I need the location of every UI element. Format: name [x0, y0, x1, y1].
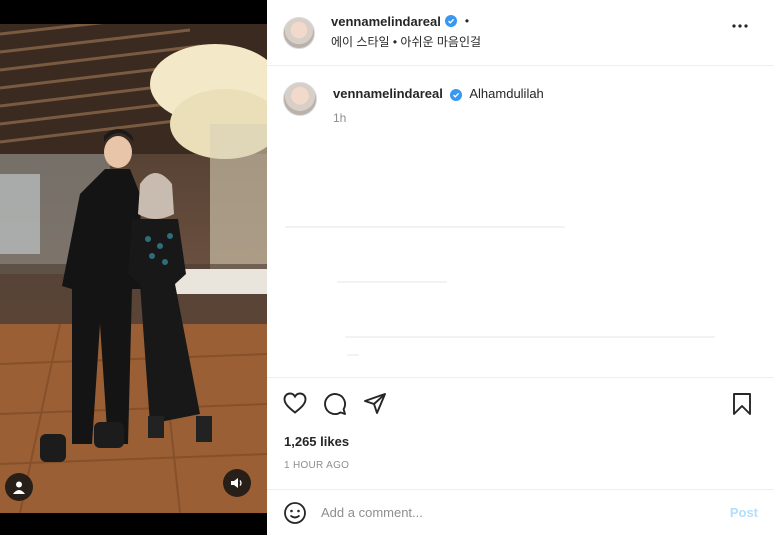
- post-modal: vennamelindareal • 에이 스타일 • 아쉬운 마음인걸 ven…: [0, 0, 774, 535]
- user-tag-button[interactable]: [5, 473, 33, 501]
- emoji-icon[interactable]: [283, 501, 307, 525]
- audio-track-link[interactable]: 에이 스타일 • 아쉬운 마음인걸: [331, 33, 481, 50]
- loading-placeholder: [345, 336, 715, 338]
- verified-badge-icon: [450, 89, 463, 101]
- heart-icon[interactable]: [283, 392, 307, 416]
- header-separator: •: [464, 14, 470, 28]
- post-details-panel: vennamelindareal • 에이 스타일 • 아쉬운 마음인걸 ven…: [267, 0, 774, 535]
- loading-placeholder: [347, 354, 359, 356]
- user-tag-icon: [12, 480, 26, 494]
- caption-avatar[interactable]: [283, 82, 317, 116]
- post-actions: 1,265 likes 1 HOUR AGO: [267, 377, 774, 489]
- caption-username[interactable]: vennamelindareal: [333, 86, 443, 101]
- couple-photo-illustration: [0, 24, 267, 513]
- comment-bar: Post: [267, 489, 774, 535]
- comment-bubble-icon[interactable]: [323, 392, 347, 416]
- bookmark-icon[interactable]: [732, 392, 752, 416]
- loading-placeholder: [337, 281, 447, 283]
- loading-placeholder: [285, 226, 565, 228]
- caption-time[interactable]: 1h: [333, 111, 544, 125]
- verified-badge-icon: [444, 15, 457, 27]
- likes-count[interactable]: 1,265 likes: [284, 434, 349, 449]
- post-comment-button[interactable]: Post: [730, 505, 758, 520]
- header-text: vennamelindareal • 에이 스타일 • 아쉬운 마음인걸: [331, 14, 481, 50]
- caption-text: Alhamdulilah: [469, 86, 544, 101]
- speaker-icon: [230, 476, 244, 490]
- post-media[interactable]: [0, 0, 267, 535]
- sound-toggle-button[interactable]: [223, 469, 251, 497]
- post-header: vennamelindareal • 에이 스타일 • 아쉬운 마음인걸: [267, 0, 774, 66]
- more-options-icon[interactable]: [732, 24, 748, 28]
- post-timestamp[interactable]: 1 HOUR AGO: [284, 460, 349, 471]
- header-username[interactable]: vennamelindareal: [331, 14, 441, 29]
- comment-input[interactable]: [321, 505, 691, 520]
- post-photo: [0, 24, 267, 513]
- post-caption: vennamelindareal Alhamdulilah 1h: [267, 66, 774, 376]
- avatar[interactable]: [283, 16, 315, 49]
- paper-plane-icon[interactable]: [363, 392, 387, 416]
